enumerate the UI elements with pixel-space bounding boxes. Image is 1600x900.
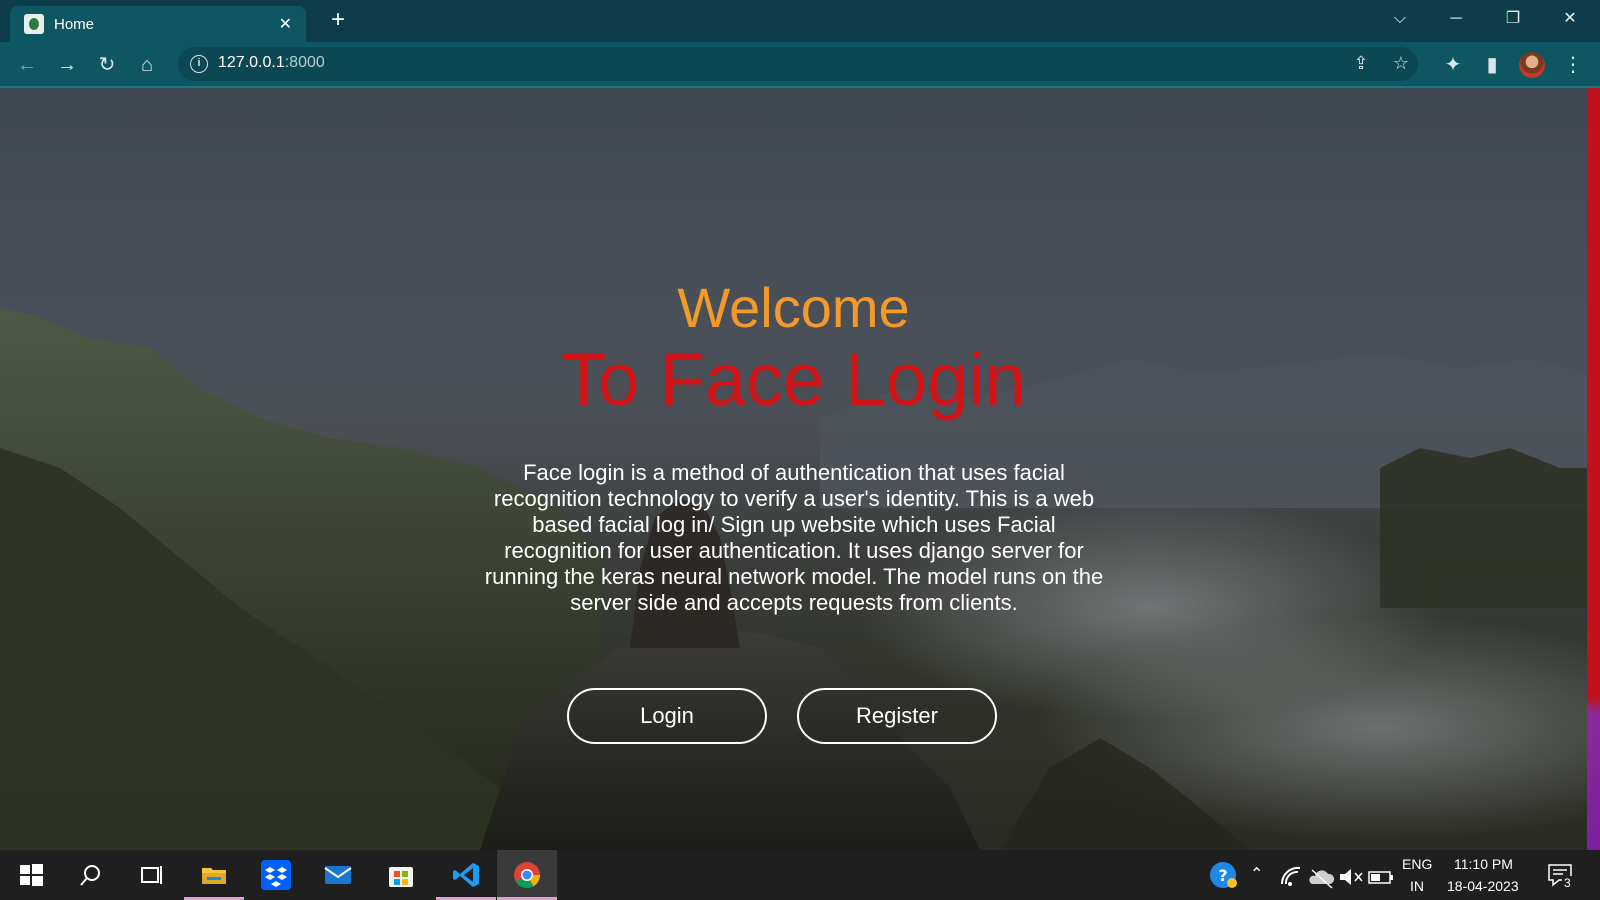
mail-icon[interactable] <box>323 860 353 890</box>
folder-icon <box>202 868 226 884</box>
minimize-button[interactable]: ─ <box>1441 8 1471 30</box>
profile-avatar[interactable] <box>1519 52 1545 78</box>
home-icon[interactable]: ⌂ <box>134 52 160 78</box>
bookmark-star-icon[interactable]: ☆ <box>1388 50 1414 76</box>
chrome-taskbar-item[interactable] <box>497 850 557 900</box>
region-code[interactable]: IN <box>1410 878 1424 894</box>
taskbar: ? ⌃ ENG IN 11:10 PM 18-04-2023 3 <box>0 850 1600 900</box>
welcome-heading: Welcome <box>677 276 910 339</box>
close-window-button[interactable]: ✕ <box>1555 8 1585 30</box>
login-button[interactable]: Login <box>567 688 767 744</box>
wifi-icon[interactable] <box>1278 862 1308 892</box>
register-button[interactable]: Register <box>797 688 997 744</box>
tab-title: Home <box>54 15 95 33</box>
extensions-icon[interactable]: ✦ <box>1440 52 1466 78</box>
address-bar[interactable]: i 127.0.0.1:8000 ⇪ ☆ <box>178 47 1418 81</box>
microsoft-store-icon[interactable] <box>386 860 416 890</box>
forward-icon[interactable]: → <box>54 52 80 78</box>
browser-tab-home[interactable]: Home ✕ <box>10 6 306 42</box>
battery-icon[interactable] <box>1366 862 1396 892</box>
page-scrollbar[interactable] <box>1587 88 1600 850</box>
face-login-heading: To Face Login <box>561 338 1026 421</box>
language-code[interactable]: ENG <box>1402 856 1432 872</box>
vscode-icon <box>453 863 479 887</box>
file-explorer-taskbar-item[interactable] <box>184 850 244 900</box>
tab-close-icon[interactable]: ✕ <box>279 14 292 34</box>
windows-start-icon[interactable] <box>16 860 46 890</box>
volume-muted-icon[interactable] <box>1336 862 1366 892</box>
svg-text:?: ? <box>1218 866 1227 885</box>
dropbox-icon[interactable] <box>261 860 291 890</box>
url-text[interactable]: 127.0.0.1:8000 <box>218 54 325 72</box>
description-text: Face login is a method of authentication… <box>484 460 1104 615</box>
new-tab-button[interactable]: + <box>326 8 350 32</box>
share-icon[interactable]: ⇪ <box>1348 50 1374 76</box>
chrome-icon <box>514 862 541 889</box>
side-panel-icon[interactable]: ▮ <box>1479 52 1505 78</box>
back-icon[interactable]: ← <box>14 52 40 78</box>
notification-count-badge: 3 <box>1562 876 1573 890</box>
tab-search-icon[interactable]: ⌵ <box>1385 8 1415 30</box>
clock-date[interactable]: 18-04-2023 <box>1447 878 1519 894</box>
site-info-icon[interactable]: i <box>190 55 208 73</box>
vscode-taskbar-item[interactable] <box>436 850 496 900</box>
onedrive-icon[interactable] <box>1306 862 1336 892</box>
menu-kebab-icon[interactable]: ⋮ <box>1560 52 1586 78</box>
tray-chevron-icon[interactable]: ⌃ <box>1250 864 1263 884</box>
reload-icon[interactable]: ↻ <box>94 52 120 78</box>
favicon-icon <box>24 14 44 34</box>
browser-toolbar: ← → ↻ ⌂ i 127.0.0.1:8000 ⇪ ☆ ✦ ▮ ⋮ <box>0 42 1600 88</box>
help-icon[interactable]: ? <box>1208 860 1238 890</box>
restore-button[interactable]: ❐ <box>1498 8 1528 30</box>
browser-tabstrip: Home ✕ + ⌵ ─ ❐ ✕ <box>0 0 1600 42</box>
task-view-icon[interactable] <box>136 860 166 890</box>
search-icon[interactable] <box>76 860 106 890</box>
clock-time[interactable]: 11:10 PM <box>1454 856 1513 872</box>
